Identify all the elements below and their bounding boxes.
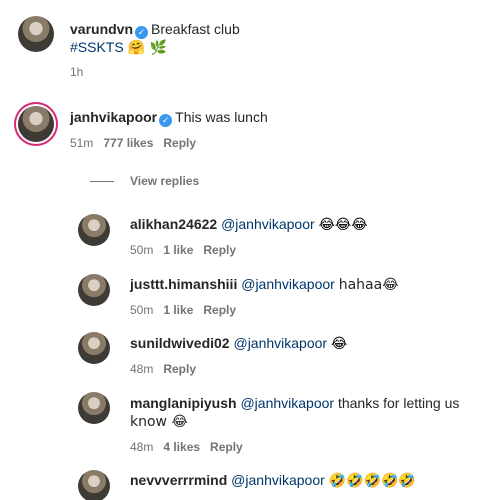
- reply-time: 50m: [130, 303, 154, 317]
- reply-meta: 50m 1 like Reply: [130, 242, 246, 258]
- reply-text-continued: know 😂: [130, 414, 188, 430]
- username[interactable]: alikhan24622: [130, 216, 217, 232]
- reply-text: 😂: [330, 336, 348, 352]
- avatar[interactable]: [78, 332, 110, 364]
- reply-meta: 48m 4 likes Reply: [130, 439, 253, 455]
- reply-text: hahaa😂: [338, 277, 399, 293]
- reply-button[interactable]: Reply: [203, 303, 236, 317]
- likes-count[interactable]: 1 like: [163, 303, 193, 317]
- username[interactable]: sunildwivedi02: [130, 335, 230, 351]
- avatar[interactable]: [78, 274, 110, 306]
- reply-button[interactable]: Reply: [203, 243, 236, 257]
- username[interactable]: manglanipiyush: [130, 395, 237, 411]
- avatar[interactable]: [78, 470, 110, 500]
- verified-icon: ✓: [159, 114, 173, 127]
- mention-link[interactable]: @janhvikapoor: [241, 276, 335, 292]
- likes-count[interactable]: 1 like: [163, 243, 193, 257]
- reply-button[interactable]: Reply: [163, 136, 196, 150]
- username[interactable]: varundvn: [70, 21, 133, 37]
- likes-count[interactable]: 777 likes: [103, 136, 153, 150]
- reply-button[interactable]: Reply: [210, 440, 243, 454]
- reply-meta: 48m Reply: [130, 361, 206, 377]
- username[interactable]: janhvikapoor: [70, 109, 157, 125]
- mention-link[interactable]: @janhvikapoor: [231, 472, 325, 488]
- comment-time: 51m: [70, 136, 94, 150]
- view-replies-button[interactable]: View replies: [90, 174, 199, 188]
- avatar[interactable]: [78, 214, 110, 246]
- avatar[interactable]: [18, 16, 54, 52]
- avatar[interactable]: [18, 106, 54, 142]
- post-time: 1h: [70, 65, 84, 79]
- reply-button[interactable]: Reply: [163, 362, 196, 376]
- username[interactable]: nevvverrrmind: [130, 472, 227, 488]
- mention-link[interactable]: @janhvikapoor: [233, 335, 327, 351]
- reply-text: 😂😂😂: [318, 217, 368, 233]
- reply-time: 50m: [130, 243, 154, 257]
- mention-link[interactable]: @janhvikapoor: [221, 216, 315, 232]
- reply-text: thanks for letting us: [337, 395, 460, 411]
- caption-text: Breakfast club: [151, 21, 240, 37]
- comment-meta: 51m 777 likes Reply: [70, 135, 206, 151]
- reply-meta: 50m 1 like Reply: [130, 302, 246, 318]
- hashtag-link[interactable]: #SSKTS: [70, 39, 124, 55]
- mention-link[interactable]: @janhvikapoor: [240, 395, 334, 411]
- comment-text: This was lunch: [175, 109, 268, 125]
- reply-time: 48m: [130, 362, 154, 376]
- username[interactable]: justtt.himanshiii: [130, 276, 237, 292]
- caption-emojis: 🤗 🌿: [127, 40, 167, 56]
- likes-count[interactable]: 4 likes: [163, 440, 200, 454]
- reply-text: 🤣🤣🤣🤣🤣: [328, 473, 416, 489]
- avatar[interactable]: [78, 392, 110, 424]
- divider-line: [90, 181, 114, 183]
- reply-time: 48m: [130, 440, 154, 454]
